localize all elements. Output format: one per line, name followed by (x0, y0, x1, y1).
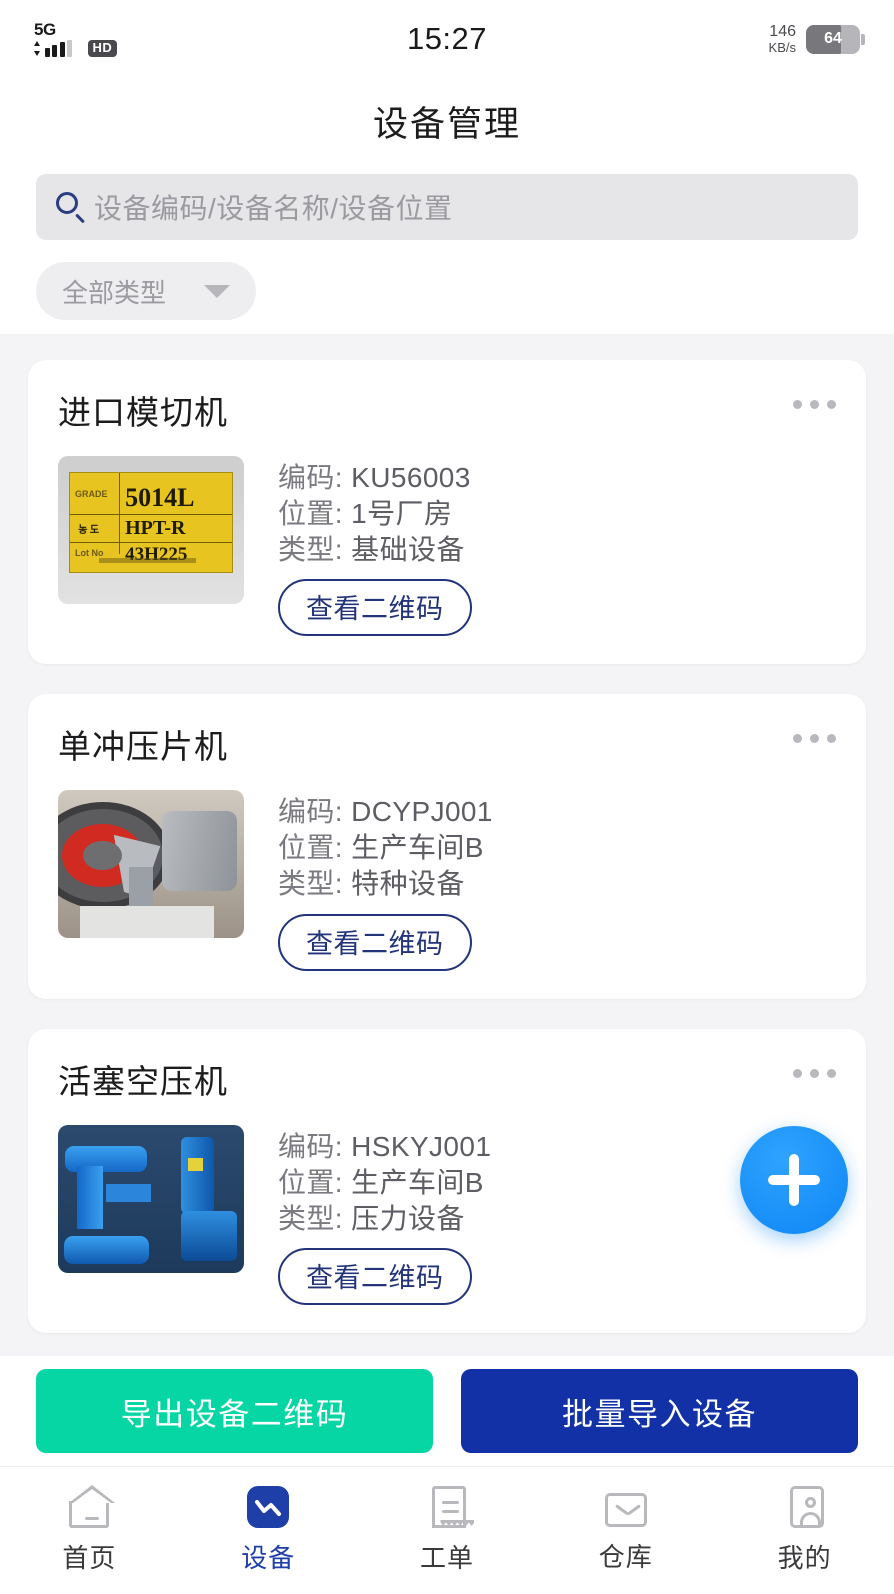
view-qr-button[interactable]: 查看二维码 (278, 913, 472, 971)
type-value: 压力设备 (351, 1202, 465, 1234)
signal-indicator: 5G (34, 21, 80, 57)
tab-work-order[interactable]: 工单 (358, 1486, 537, 1575)
tab-warehouse-label: 仓库 (598, 1542, 653, 1572)
more-options-icon[interactable] (793, 1055, 836, 1078)
device-pulse-icon (247, 1486, 290, 1528)
type-label: 类型: (278, 868, 343, 900)
signal-bars-icon (34, 40, 80, 57)
tab-home[interactable]: 首页 (0, 1485, 179, 1575)
code-value: HSKYJ001 (351, 1130, 492, 1162)
app-screen: 5G HD 15:27 146 KB/s 64 设备管理 设备编码/设备名称/设… (0, 0, 894, 1594)
data-transfer-icon (34, 40, 41, 57)
view-qr-button[interactable]: 查看二维码 (278, 579, 472, 637)
bottom-tab-bar: 首页 设备 工单 仓库 我的 (0, 1466, 894, 1594)
thumb-model-text: 5014L (125, 483, 195, 513)
location-label: 位置: (278, 497, 343, 529)
card-header: 单冲压片机 (58, 720, 836, 768)
card-header: 活塞空压机 (58, 1055, 836, 1103)
equipment-type-line: 类型: 特种设备 (278, 866, 836, 902)
code-label: 编码: (278, 462, 343, 493)
tab-home-label: 首页 (62, 1543, 117, 1573)
card-body: GRADE 5014L 농 도 HPT-R Lot No 43H225 编码: … (58, 456, 836, 637)
equipment-name: 活塞空压机 (58, 1062, 228, 1100)
type-filter-label: 全部类型 (62, 277, 167, 308)
search-section: 设备编码/设备名称/设备位置 全部类型 (0, 164, 894, 344)
equipment-code-line: 编码: DCYPJ001 (278, 794, 836, 830)
battery-icon: 64 (806, 24, 865, 54)
status-bar-left: 5G HD (34, 21, 334, 57)
equipment-name: 单冲压片机 (58, 728, 228, 766)
card-header: 进口模切机 (58, 386, 836, 434)
tab-device-label: 设备 (241, 1543, 296, 1573)
view-qr-button[interactable]: 查看二维码 (278, 1248, 472, 1306)
bottom-action-bar: 导出设备二维码 批量导入设备 (0, 1356, 894, 1466)
equipment-location-line: 位置: 生产车间B (278, 830, 836, 866)
page-title: 设备管理 (0, 78, 894, 164)
equipment-card[interactable]: 进口模切机 GRADE 5014L 농 도 HPT-R Lot No 43H22… (28, 360, 866, 665)
add-equipment-fab[interactable] (740, 1126, 848, 1234)
home-icon (69, 1485, 116, 1528)
search-icon (54, 190, 88, 224)
status-bar: 5G HD 15:27 146 KB/s 64 (0, 0, 894, 78)
card-body: 编码: HSKYJ001 位置: 生产车间B 类型: 压力设备 查看二维码 (58, 1124, 836, 1306)
thumb-spec-text: HPT-R (125, 516, 186, 539)
thumb-lot-label: Lot No (75, 548, 104, 559)
profile-card-icon (790, 1486, 825, 1528)
tab-mine[interactable]: 我的 (715, 1486, 894, 1575)
type-label: 类型: (278, 1202, 343, 1234)
equipment-type-line: 类型: 基础设备 (278, 532, 836, 568)
type-value: 特种设备 (351, 868, 465, 900)
code-label: 编码: (278, 1130, 343, 1162)
equipment-code-line: 编码: KU56003 (278, 460, 836, 496)
hd-badge: HD (87, 39, 118, 57)
equipment-info: 编码: DCYPJ001 位置: 生产车间B 类型: 特种设备 查看二维码 (278, 790, 836, 971)
location-value: 1号厂房 (351, 497, 453, 529)
equipment-card[interactable]: 单冲压片机 编码: DCYPJ001 位置: 生产车间B 类型: 特种设备 查看… (28, 694, 866, 999)
search-input[interactable]: 设备编码/设备名称/设备位置 (36, 174, 858, 240)
location-value: 生产车间B (351, 1166, 484, 1198)
tab-work-order-label: 工单 (419, 1543, 474, 1573)
card-body: 编码: DCYPJ001 位置: 生产车间B 类型: 特种设备 查看二维码 (58, 790, 836, 971)
network-type-label: 5G (34, 20, 56, 39)
bulk-import-button[interactable]: 批量导入设备 (461, 1369, 858, 1453)
battery-level-label: 64 (824, 30, 842, 47)
type-value: 基础设备 (351, 533, 465, 565)
type-filter-dropdown[interactable]: 全部类型 (36, 262, 257, 320)
code-value: KU56003 (351, 462, 471, 493)
code-label: 编码: (278, 796, 343, 828)
location-label: 位置: (278, 832, 343, 864)
export-qr-button[interactable]: 导出设备二维码 (36, 1369, 433, 1453)
equipment-thumbnail[interactable] (58, 1124, 244, 1273)
filter-row: 全部类型 (36, 262, 858, 320)
code-value: DCYPJ001 (351, 796, 493, 828)
equipment-name: 进口模切机 (58, 394, 228, 431)
status-bar-clock: 15:27 (406, 21, 488, 56)
location-label: 位置: (278, 1166, 343, 1198)
more-options-icon[interactable] (793, 386, 836, 409)
work-order-icon (432, 1486, 475, 1528)
battery-cap (861, 33, 865, 45)
location-value: 生产车间B (351, 832, 484, 864)
tab-warehouse[interactable]: 仓库 (536, 1487, 715, 1574)
network-speed: 146 KB/s (768, 22, 796, 55)
equipment-info: 编码: KU56003 位置: 1号厂房 类型: 基础设备 查看二维码 (278, 456, 836, 637)
equipment-thumbnail[interactable]: GRADE 5014L 농 도 HPT-R Lot No 43H225 (58, 456, 244, 604)
equipment-location-line: 位置: 1号厂房 (278, 496, 836, 532)
equipment-thumbnail[interactable] (58, 790, 244, 939)
more-options-icon[interactable] (793, 720, 836, 744)
network-speed-unit: KB/s (768, 39, 796, 55)
network-speed-value: 146 (769, 22, 796, 40)
thumb-kr-label: 농 도 (78, 524, 100, 536)
status-bar-right: 146 KB/s 64 (560, 22, 865, 55)
thumb-grade-label: GRADE (75, 489, 108, 500)
warehouse-inbox-icon (604, 1493, 647, 1527)
chevron-down-icon (204, 284, 231, 298)
search-placeholder: 设备编码/设备名称/设备位置 (94, 193, 453, 224)
tab-mine-label: 我的 (777, 1543, 832, 1573)
plus-icon (768, 1154, 820, 1206)
type-label: 类型: (278, 533, 343, 565)
tab-device[interactable]: 设备 (179, 1486, 358, 1575)
